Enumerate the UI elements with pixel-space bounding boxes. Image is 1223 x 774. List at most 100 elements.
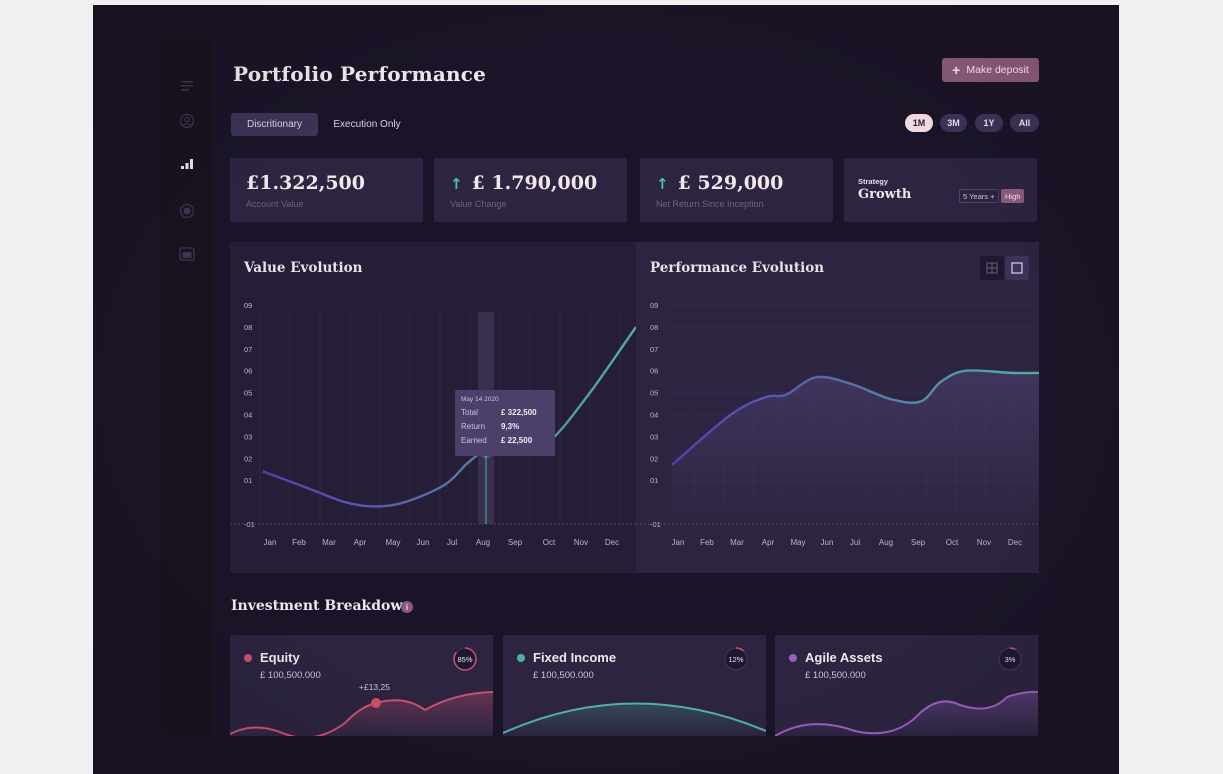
app-window: Portfolio Performance + Make deposit Dis… xyxy=(160,38,1052,736)
make-deposit-button[interactable]: + Make deposit xyxy=(942,58,1039,82)
fixed-income-sparkline xyxy=(503,702,766,736)
value-change: £ 1.790,000 xyxy=(471,172,598,194)
wallet-icon[interactable] xyxy=(178,245,196,263)
arrow-up-icon: ↑ xyxy=(656,175,669,193)
tab-execution-only[interactable]: Execution Only xyxy=(325,113,409,136)
series-line xyxy=(262,326,636,508)
x-tick-label: Feb xyxy=(292,538,306,547)
value-evolution-panel: Value Evolution 09 08 07 06 05 04 03 02 01 -01 Jan… xyxy=(230,242,636,573)
x-tick-label: Oct xyxy=(543,538,556,547)
period-1y[interactable]: 1Y xyxy=(975,114,1003,132)
x-tick-label: Mar xyxy=(730,538,744,547)
x-tick-label: Apr xyxy=(354,538,367,547)
performance-evolution-panel: Performance Evolution 09 08 07 06 05 04 03 02 01… xyxy=(636,242,1039,573)
tooltip-date: May 14 2020 xyxy=(461,396,499,403)
x-tick-label: Jun xyxy=(821,538,834,547)
y-tick-label: 05 xyxy=(650,389,658,398)
strategy-label: Strategy xyxy=(858,177,889,186)
strategy-value: Growth xyxy=(858,187,912,202)
y-tick-label: 06 xyxy=(650,367,658,376)
period-1m[interactable]: 1M xyxy=(905,114,933,132)
y-tick-label: 07 xyxy=(650,345,658,354)
tooltip-earned-label: Earned xyxy=(461,436,487,445)
fixed-income-card[interactable]: Fixed Income £ 100,500.000 12% xyxy=(503,635,766,736)
risk-badge: High xyxy=(1001,189,1025,203)
net-return: £ 529,000 xyxy=(677,172,784,194)
strategy-card: Strategy Growth 5 Years + High xyxy=(844,158,1037,222)
account-value-card: £1.322,500 Account Value xyxy=(230,158,423,222)
value-evolution-chart: 09 08 07 06 05 04 03 02 01 -01 Jan Feb Mar Apr May Jun J… xyxy=(230,301,636,547)
x-tick-label: Aug xyxy=(879,538,893,547)
x-tick-label: Oct xyxy=(946,538,959,547)
y-tick-label: -01 xyxy=(244,520,255,529)
investment-breakdown-title: Investment Breakdown xyxy=(231,598,413,614)
sidebar xyxy=(160,38,213,736)
net-return-label: Net Return Since Inception xyxy=(656,199,764,209)
y-tick-label: 03 xyxy=(244,432,252,441)
x-tick-label: Jan xyxy=(672,538,685,547)
y-tick-label: 03 xyxy=(650,432,658,441)
tooltip-return-value: 9,3% xyxy=(501,422,520,431)
x-tick-label: Sep xyxy=(911,538,926,547)
menu-icon[interactable] xyxy=(178,77,196,95)
strategy-term-badge: 5 Years + xyxy=(959,189,999,203)
arrow-up-icon: ↑ xyxy=(450,175,463,193)
main-content: Portfolio Performance + Make deposit Dis… xyxy=(213,38,1052,736)
x-tick-label: Jan xyxy=(264,538,277,547)
x-tick-label: May xyxy=(790,538,805,547)
equity-card[interactable]: Equity £ 100,500.000 85% +£13,25 xyxy=(230,635,493,736)
square-icon xyxy=(1011,262,1023,274)
y-tick-label: 08 xyxy=(244,323,252,332)
x-tick-label: Mar xyxy=(322,538,336,547)
x-tick-label: Dec xyxy=(1008,538,1022,547)
single-view-toggle[interactable] xyxy=(1005,256,1029,280)
y-tick-label: 02 xyxy=(650,454,658,463)
target-icon[interactable] xyxy=(178,202,196,220)
plus-icon: + xyxy=(952,62,961,78)
user-icon[interactable] xyxy=(178,112,196,130)
y-tick-label: 07 xyxy=(244,345,252,354)
agile-assets-sparkline xyxy=(775,690,1038,736)
tooltip-total-label: Total xyxy=(461,408,478,417)
y-tick-label: 01 xyxy=(650,476,658,485)
y-tick-label: 08 xyxy=(650,323,658,332)
y-tick-label: 06 xyxy=(244,367,252,376)
net-return-card: ↑ £ 529,000 Net Return Since Inception xyxy=(640,158,833,222)
y-tick-label: 05 xyxy=(244,389,252,398)
x-tick-label: Nov xyxy=(574,538,588,547)
x-tick-label: Jul xyxy=(447,538,457,547)
x-tick-label: Feb xyxy=(700,538,714,547)
chart-tooltip: May 14 2020 Total £ 322,500 Return 9,3% Ea… xyxy=(455,390,555,456)
info-icon[interactable]: i xyxy=(401,601,413,613)
value-change-card: ↑ £ 1.790,000 Value Change xyxy=(434,158,627,222)
period-all[interactable]: All xyxy=(1010,114,1039,132)
y-tick-label: 04 xyxy=(244,411,252,420)
account-value-label: Account Value xyxy=(246,199,304,209)
tooltip-earned-value: £ 22,500 xyxy=(501,436,533,445)
make-deposit-label: Make deposit xyxy=(966,64,1029,76)
x-tick-label: Sep xyxy=(508,538,523,547)
y-tick-label: 01 xyxy=(244,476,252,485)
grid-icon xyxy=(986,262,998,274)
x-tick-label: Aug xyxy=(476,538,490,547)
bar-chart-icon[interactable] xyxy=(178,155,196,173)
period-3m[interactable]: 3M xyxy=(940,114,967,132)
x-tick-label: Nov xyxy=(977,538,991,547)
x-tick-label: Apr xyxy=(762,538,775,547)
y-tick-label: 04 xyxy=(650,411,658,420)
page-title: Portfolio Performance xyxy=(233,62,487,86)
value-change-label: Value Change xyxy=(450,199,507,209)
tab-discretionary[interactable]: Discritionary xyxy=(231,113,318,136)
tooltip-total-value: £ 322,500 xyxy=(501,408,537,417)
x-tick-label: May xyxy=(385,538,400,547)
agile-assets-card[interactable]: Agile Assets £ 100,500.000 3% xyxy=(775,635,1038,736)
y-tick-label: 09 xyxy=(244,301,252,310)
account-value: £1.322,500 xyxy=(246,172,365,194)
grid-view-toggle[interactable] xyxy=(980,256,1004,280)
y-tick-label: 09 xyxy=(650,301,658,310)
tooltip-return-label: Return xyxy=(461,422,486,431)
x-tick-label: Jun xyxy=(417,538,430,547)
x-tick-label: Jul xyxy=(850,538,860,547)
equity-sparkline xyxy=(230,691,493,736)
performance-evolution-chart: 09 08 07 06 05 04 03 02 01 -01 Jan Feb Mar Apr May Jun J… xyxy=(636,301,1039,547)
